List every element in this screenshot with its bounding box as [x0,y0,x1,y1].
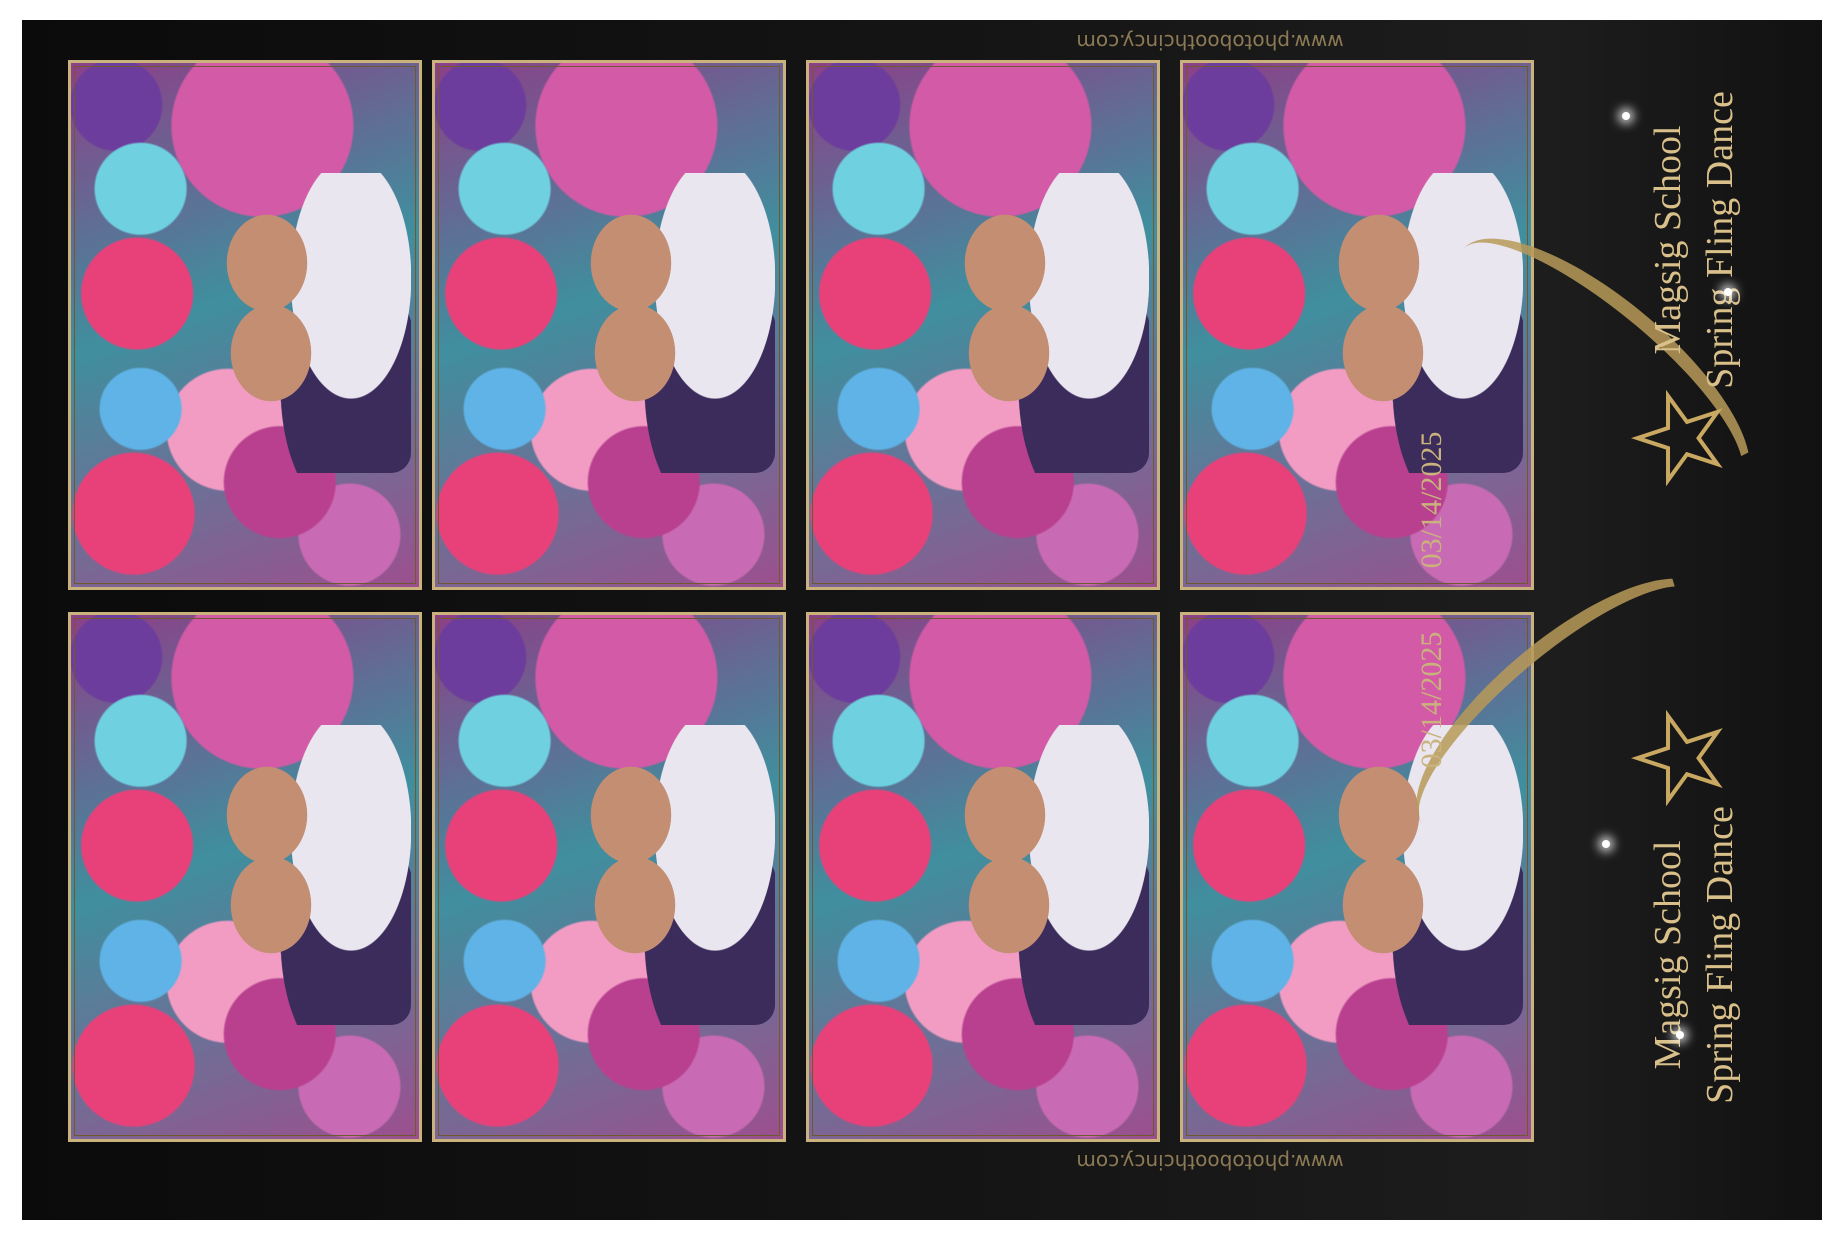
booth-photo [68,612,422,1142]
subjects [575,725,775,1025]
website-url: www.photoboothcincy.com [1076,30,1344,54]
subjects [949,173,1149,473]
booth-photo [806,60,1160,590]
sparkle-icon [1602,840,1610,848]
subjects [575,173,775,473]
title-panel: 03/14/2025 ★ Magsig School Spring Fling … [1320,538,1822,1180]
booth-photo [432,612,786,1142]
booth-photo [806,612,1160,1142]
sparkle-icon [1676,1031,1684,1039]
star-icon: ★ [1617,707,1743,810]
event-name: Spring Fling Dance [1699,91,1741,389]
sparkle-icon [1622,112,1630,120]
booth-photo [432,60,786,590]
event-date: 03/14/2025 [1415,431,1448,569]
subjects [949,725,1149,1025]
booth-photo [68,60,422,590]
event-name: Spring Fling Dance [1699,806,1741,1104]
photo-strip-bottom: www.photoboothcincy.com 03/14/2025 ★ Mag… [22,538,1822,1180]
school-name: Magsig School [1647,125,1689,355]
photo-sheet: www.photoboothcincy.com Magsig School Sp… [22,20,1822,1220]
photo-strip-top: www.photoboothcincy.com Magsig School Sp… [22,20,1822,600]
star-icon: ★ [1617,387,1743,490]
event-date: 03/14/2025 [1415,631,1448,769]
website-url: www.photoboothcincy.com [1076,1150,1344,1174]
sparkle-icon [1724,288,1732,296]
title-panel: Magsig School Spring Fling Dance 03/14/2… [1320,20,1822,600]
subjects [211,173,411,473]
subjects [211,725,411,1025]
